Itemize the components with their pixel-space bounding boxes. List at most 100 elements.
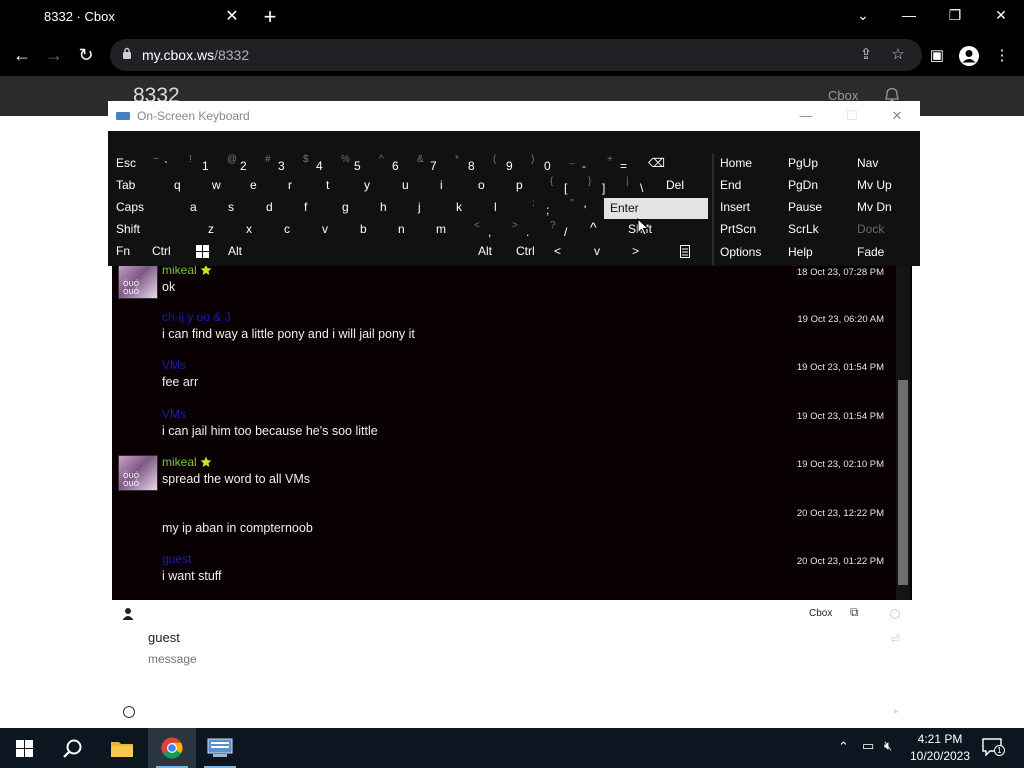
key-v[interactable]: v — [316, 219, 354, 240]
key-5[interactable]: % 5 — [336, 153, 374, 174]
restore-icon[interactable]: ❐ — [932, 0, 978, 30]
key-end[interactable]: End — [714, 175, 780, 196]
key-prtscn[interactable]: PrtScn — [714, 219, 780, 240]
key-8[interactable]: * 8 — [450, 153, 488, 174]
close-window-icon[interactable]: ✕ — [978, 0, 1024, 30]
message-author[interactable]: ch-ij y oo & J — [162, 310, 231, 324]
user-icon[interactable] — [122, 607, 134, 621]
scrollbar-thumb[interactable] — [898, 380, 908, 585]
smiley-icon[interactable] — [123, 706, 135, 718]
key-w[interactable]: w — [200, 175, 238, 196]
key-windows[interactable] — [192, 241, 222, 262]
key-options[interactable]: Options — [714, 242, 780, 263]
key-o[interactable]: o — [466, 175, 504, 196]
key-alt-right[interactable]: Alt — [472, 241, 510, 262]
key-0[interactable]: ) 0 — [526, 153, 564, 174]
key-equals[interactable]: + = — [602, 153, 640, 174]
key-n[interactable]: n — [392, 219, 430, 240]
key-a[interactable]: a — [182, 197, 220, 218]
key-quote[interactable]: " ' — [562, 197, 602, 218]
browser-tab[interactable]: 8332 · Cbox — [8, 0, 248, 34]
key-s[interactable]: s — [220, 197, 258, 218]
key-j[interactable]: j — [410, 197, 448, 218]
key-i[interactable]: i — [428, 175, 466, 196]
key-tab[interactable]: Tab — [110, 175, 162, 196]
key-home[interactable]: Home — [714, 153, 780, 174]
key-p[interactable]: p — [504, 175, 542, 196]
sidebar-icon[interactable]: ▣ — [926, 45, 948, 67]
send-icon[interactable]: ⏎ — [890, 632, 900, 646]
key-semicolon[interactable]: :; — [524, 197, 562, 218]
message-author[interactable]: VMs — [162, 358, 186, 372]
back-icon[interactable]: ← — [7, 40, 37, 70]
share-icon[interactable]: ⇪ — [856, 45, 876, 65]
key-insert[interactable]: Insert — [714, 197, 780, 218]
key-arrow-down[interactable]: v — [584, 241, 620, 262]
key-scrlk[interactable]: ScrLk — [782, 219, 848, 240]
key-f[interactable]: f — [296, 197, 334, 218]
search-button[interactable] — [48, 728, 96, 768]
chrome-button[interactable] — [148, 728, 196, 768]
key-comma[interactable]: <, — [470, 219, 508, 240]
osk-minimize-icon[interactable]: — — [792, 106, 820, 126]
key-del[interactable]: Del — [656, 175, 710, 196]
key-y[interactable]: y — [352, 175, 390, 196]
key-backslash[interactable]: | \ — [618, 175, 656, 196]
key-9[interactable]: (9 — [488, 153, 526, 174]
clock[interactable]: 4:21 PM 10/20/2023 — [906, 731, 974, 765]
status-icon[interactable] — [890, 609, 900, 619]
key-b[interactable]: b — [354, 219, 392, 240]
key-help[interactable]: Help — [782, 242, 848, 263]
tab-search-icon[interactable]: ⌄ — [840, 0, 886, 30]
key-fn[interactable]: Fn — [110, 241, 146, 262]
menu-icon[interactable]: ⋮ — [991, 45, 1013, 67]
close-tab-icon[interactable]: ✕ — [220, 0, 244, 34]
key-shift-left[interactable]: Shift — [110, 219, 202, 240]
key-pause[interactable]: Pause — [782, 197, 848, 218]
key-arrow-left[interactable]: < — [548, 241, 584, 262]
network-icon[interactable]: ▭ — [862, 738, 874, 754]
key-6[interactable]: ^ 6 — [374, 153, 412, 174]
key-backspace[interactable]: ⌫ — [640, 153, 710, 174]
key-period[interactable]: >. — [508, 219, 546, 240]
popout-icon[interactable]: ⧉ — [850, 605, 859, 620]
address-bar[interactable]: my.cbox.ws/8332 ⇪ ☆ — [110, 39, 922, 71]
key-h[interactable]: h — [372, 197, 410, 218]
key-m[interactable]: m — [430, 219, 470, 240]
reload-icon[interactable]: ↻ — [71, 40, 101, 70]
start-button[interactable] — [0, 728, 48, 768]
name-field[interactable] — [148, 630, 448, 645]
volume-muted-icon[interactable]: 🔇︎ — [884, 738, 892, 754]
key-pgup[interactable]: PgUp — [782, 153, 848, 174]
key-mv-dn[interactable]: Mv Dn — [851, 197, 918, 218]
key-nav[interactable]: Nav — [851, 153, 918, 174]
forward-icon[interactable]: → — [39, 40, 69, 70]
key-l[interactable]: l — [486, 197, 524, 218]
file-explorer-button[interactable] — [98, 728, 146, 768]
key-space[interactable] — [262, 241, 472, 262]
key-g[interactable]: g — [334, 197, 372, 218]
key-shift-right[interactable]: Shift — [622, 219, 710, 240]
key-c[interactable]: c — [278, 219, 316, 240]
tray-overflow-icon[interactable]: ⌃ — [838, 739, 849, 755]
key-alt-left[interactable]: Alt — [222, 241, 262, 262]
key-slash[interactable]: ? / — [546, 219, 584, 240]
expand-icon[interactable]: ▸ — [894, 706, 899, 717]
minimize-icon[interactable]: — — [886, 0, 932, 30]
key-dock[interactable]: Dock — [851, 219, 918, 240]
key-1[interactable]: ! 1 — [184, 153, 222, 174]
key-ctrl-left[interactable]: Ctrl — [146, 241, 186, 262]
message-author[interactable]: mikeal — [162, 455, 197, 469]
message-author[interactable]: guest — [162, 552, 191, 566]
avatar[interactable]: ÓUÒ ÒUÓ — [118, 455, 158, 491]
key-4[interactable]: $4 — [298, 153, 336, 174]
key-arrow-up[interactable]: ^ — [584, 219, 620, 240]
key-enter[interactable]: Enter — [604, 198, 708, 219]
message-input[interactable] — [148, 652, 748, 666]
key-mv-up[interactable]: Mv Up — [851, 175, 918, 196]
osk-maximize-icon[interactable]: ☐ — [838, 106, 866, 126]
key-context-menu[interactable] — [656, 241, 710, 262]
key-t[interactable]: t — [314, 175, 352, 196]
key-q[interactable]: q — [162, 175, 200, 196]
key-caps[interactable]: Caps — [110, 197, 182, 218]
